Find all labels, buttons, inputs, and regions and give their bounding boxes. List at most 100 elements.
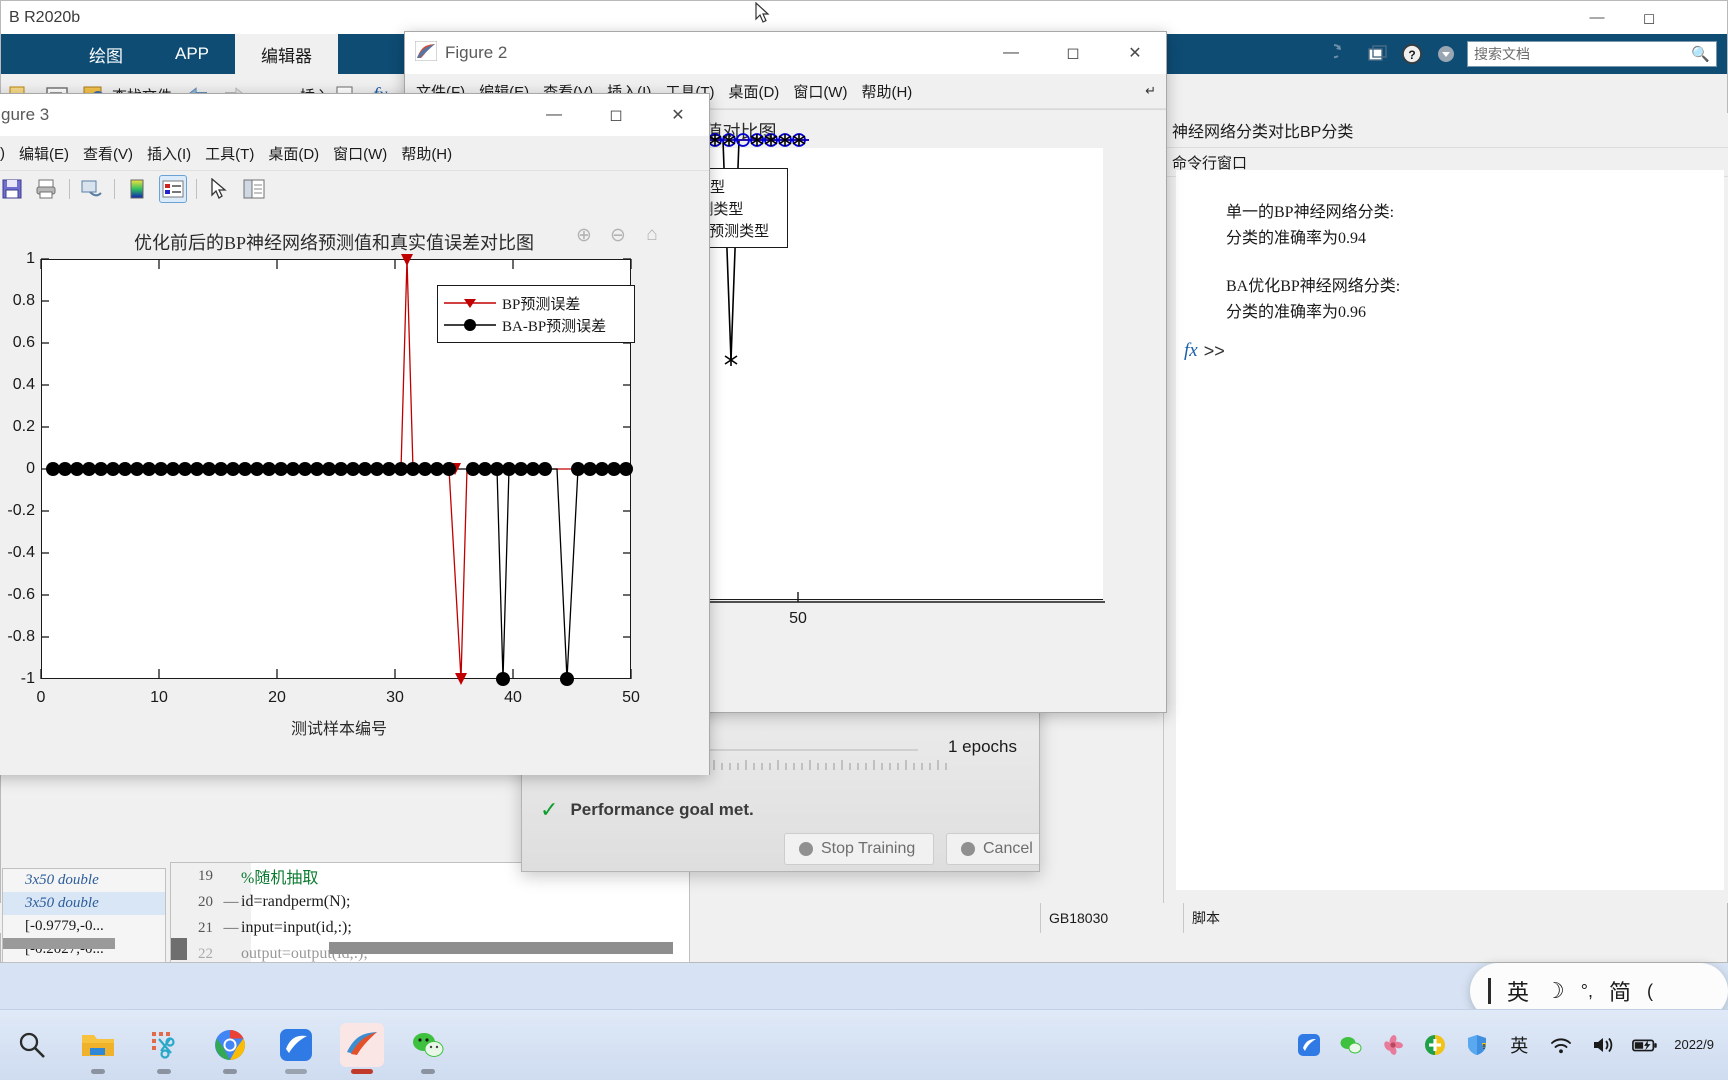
- menu-help[interactable]: 帮助(H): [396, 143, 457, 164]
- prompt-chevrons: >>: [1203, 340, 1225, 361]
- workspace-horizontal-scrollbar[interactable]: [3, 938, 115, 949]
- property-inspector-icon[interactable]: [241, 176, 267, 202]
- chrome-icon[interactable]: [208, 1023, 252, 1074]
- taskbar-clock[interactable]: 2022/9: [1674, 1037, 1714, 1053]
- figure3-menubar: ) 编辑(E) 查看(V) 插入(I) 工具(T) 桌面(D) 窗口(W) 帮助…: [0, 136, 709, 171]
- figure2-close-button[interactable]: ✕: [1104, 32, 1166, 74]
- toolbar-separator: [69, 179, 70, 199]
- code-line: 21 — input=input(id,:);: [171, 915, 689, 941]
- figure3-maximize-button[interactable]: ◻: [585, 94, 647, 136]
- foxmail-icon[interactable]: [274, 1023, 318, 1074]
- search-icon[interactable]: [10, 1023, 54, 1067]
- line-number: 21: [198, 919, 213, 936]
- figure2-minimize-button[interactable]: —: [980, 32, 1042, 74]
- matlab-header-right: ? 搜索文档 🔍: [1331, 34, 1727, 74]
- save-icon[interactable]: [0, 176, 25, 202]
- wechat-icon[interactable]: [406, 1023, 450, 1074]
- ime-simplified-toggle[interactable]: 简: [1609, 975, 1631, 1007]
- menu-window[interactable]: 窗口(W): [788, 81, 852, 102]
- command-window[interactable]: 单一的BP神经网络分类: 分类的准确率为0.94 BA优化BP神经网络分类: 分…: [1176, 170, 1724, 890]
- pointer-icon[interactable]: [206, 176, 232, 202]
- print-icon[interactable]: [34, 176, 60, 202]
- figure3-minimize-button[interactable]: —: [523, 94, 585, 136]
- stop-training-button[interactable]: Stop Training: [784, 833, 934, 865]
- figure2-xtick: 50: [789, 610, 807, 627]
- scrollbar-left-cap[interactable]: [171, 938, 187, 960]
- ime-more-icon[interactable]: (: [1647, 981, 1653, 1002]
- menu-insert[interactable]: 插入(I): [142, 143, 196, 164]
- ime-punctuation-toggle[interactable]: °,: [1581, 981, 1593, 1002]
- line-number: 20: [198, 893, 213, 910]
- nn-epochs-label: 1 epochs: [948, 737, 1017, 756]
- ribbon-tab-plots[interactable]: 绘图: [63, 34, 149, 74]
- volume-icon[interactable]: [1590, 1032, 1616, 1058]
- figure3-ytick: 0: [26, 460, 35, 477]
- legend-label: BP预测误差: [502, 296, 581, 313]
- running-indicator: [421, 1069, 435, 1074]
- command-prompt[interactable]: fx >>: [1176, 340, 1724, 362]
- file-explorer-icon[interactable]: [76, 1023, 120, 1074]
- security-plus-tray-icon[interactable]: [1422, 1032, 1448, 1058]
- menu-view[interactable]: 查看(V): [78, 143, 138, 164]
- checkmark-icon: ✓: [540, 797, 559, 822]
- menu-file[interactable]: ): [0, 145, 10, 162]
- matlab-figure-icon: [414, 40, 438, 66]
- wechat-tray-icon[interactable]: [1338, 1032, 1364, 1058]
- menu-edit[interactable]: 编辑(E): [14, 143, 74, 164]
- menu-window[interactable]: 窗口(W): [328, 143, 392, 164]
- ime-drag-handle[interactable]: [1488, 978, 1491, 1004]
- windows-defender-tray-icon[interactable]: [1464, 1032, 1490, 1058]
- foxmail-tray-icon[interactable]: [1296, 1032, 1322, 1058]
- panel-tab-label[interactable]: 神经网络分类对比BP分类: [1164, 113, 1728, 148]
- editor-code-panel[interactable]: 19 %随机抽取 20 — id=randperm(N); 21 — input…: [170, 862, 690, 963]
- colorbar-icon[interactable]: [124, 176, 150, 202]
- line-number: 19: [198, 867, 213, 884]
- matlab-icon[interactable]: [340, 1023, 384, 1074]
- figure2-maximize-button[interactable]: ◻: [1042, 32, 1104, 74]
- matlab-window-buttons: — ◻: [1571, 1, 1727, 34]
- figure3-xtick: 10: [150, 689, 168, 706]
- matlab-titlebar: B R2020b — ◻: [1, 1, 1727, 34]
- figure3-ytick: -0.8: [7, 628, 35, 645]
- help-icon[interactable]: ?: [1399, 41, 1425, 67]
- running-indicator: [223, 1069, 237, 1074]
- flower-app-tray-icon[interactable]: [1380, 1032, 1406, 1058]
- search-icon[interactable]: 🔍: [1691, 45, 1710, 63]
- link-icon[interactable]: [79, 176, 105, 202]
- ime-tray-indicator[interactable]: 英: [1506, 1032, 1532, 1058]
- line-marker: —: [223, 893, 239, 910]
- ime-lang-toggle[interactable]: 英: [1507, 975, 1529, 1007]
- snipping-tool-icon[interactable]: [142, 1023, 186, 1074]
- matlab-close-button[interactable]: [1675, 1, 1727, 34]
- matlab-maximize-button[interactable]: ◻: [1623, 1, 1675, 34]
- redo-icon[interactable]: [1331, 41, 1357, 67]
- ribbon-tab-editor[interactable]: 编辑器: [235, 34, 339, 74]
- layout-icon[interactable]: [1365, 41, 1391, 67]
- right-docked-panel: 神经网络分类对比BP分类 命令行窗口 单一的BP神经网络分类: 分类的准确率为0…: [1163, 113, 1728, 903]
- figure3-close-button[interactable]: ✕: [647, 94, 709, 136]
- menu-tools[interactable]: 工具(T): [200, 143, 259, 164]
- figure3-ytick: 0.8: [12, 292, 35, 309]
- figure3-plot-area: ⊕ ⊖ ⌂ 优化前后的BP神经网络预测值和真实值误差对比图 1 0.8 0.6 …: [0, 207, 709, 775]
- windows-taskbar: 英 2022/9: [0, 1009, 1728, 1080]
- scrollbar-thumb[interactable]: [329, 942, 673, 954]
- dropdown-icon[interactable]: [1433, 41, 1459, 67]
- toolbar-separator: [114, 179, 115, 199]
- ribbon-tab-apps[interactable]: APP: [149, 34, 235, 74]
- wifi-icon[interactable]: [1548, 1032, 1574, 1058]
- cancel-button[interactable]: Cancel: [946, 833, 1039, 865]
- menu-desktop[interactable]: 桌面(D): [723, 81, 784, 102]
- documentation-search-box[interactable]: 搜索文档 🔍: [1467, 41, 1717, 67]
- menu-desktop[interactable]: 桌面(D): [263, 143, 324, 164]
- code-text: id=randperm(N);: [241, 893, 351, 910]
- workspace-panel[interactable]: 3x50 double 3x50 double [-0.9779,-0... […: [2, 868, 166, 963]
- battery-charging-icon[interactable]: [1632, 1032, 1658, 1058]
- matlab-minimize-button[interactable]: —: [1571, 1, 1623, 34]
- legend-icon[interactable]: [159, 175, 187, 203]
- menu-help[interactable]: 帮助(H): [856, 81, 917, 102]
- cancel-icon: [961, 842, 975, 856]
- editor-horizontal-scrollbar[interactable]: [171, 938, 689, 960]
- stop-training-label: Stop Training: [821, 840, 916, 857]
- collapse-toolbar-icon[interactable]: ↵: [1140, 83, 1166, 99]
- ime-moon-icon[interactable]: ☽: [1545, 978, 1565, 1004]
